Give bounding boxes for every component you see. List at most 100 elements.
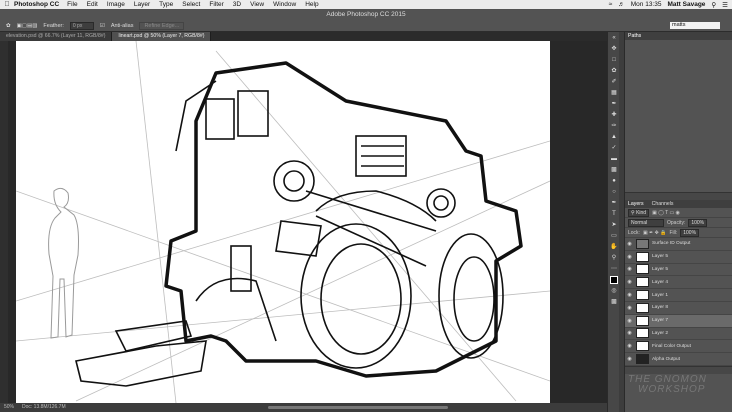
crop-tool-icon[interactable]: ▦ — [610, 89, 618, 97]
volume-icon[interactable]: ♬ — [618, 1, 625, 8]
status-bar: 50% Doc: 13.8M/126.7M — [0, 403, 607, 412]
visibility-eye-icon[interactable]: ◉ — [625, 292, 634, 298]
quick-select-tool-icon[interactable]: ✐ — [610, 78, 618, 86]
move-tool-icon[interactable]: ✥ — [610, 45, 618, 53]
paths-panel-body[interactable] — [625, 40, 732, 192]
layer-row[interactable]: ◉ Layer 4 — [625, 276, 732, 290]
lock-icons[interactable]: ▣ ✒ ✥ 🔒 — [643, 230, 667, 236]
collapse-tools-icon[interactable]: « — [610, 34, 618, 42]
layer-row[interactable]: ◉ Final Color Output — [625, 340, 732, 354]
menu-view[interactable]: View — [250, 1, 264, 8]
opacity-label: Opacity: — [667, 219, 686, 226]
more-tools-icon[interactable]: ⋯ — [610, 265, 618, 273]
healing-tool-icon[interactable]: ✚ — [610, 111, 618, 119]
layer-row[interactable]: ◉ Layer 2 — [625, 328, 732, 341]
menu-edit[interactable]: Edit — [87, 1, 98, 8]
menu-layer[interactable]: Layer — [134, 1, 150, 8]
canvas-area[interactable] — [8, 41, 607, 403]
layer-thumbnail — [636, 290, 649, 301]
menu-image[interactable]: Image — [107, 1, 125, 8]
antialias-checkbox[interactable]: ☑ — [100, 23, 105, 29]
mac-menu-bar:  Photoshop CC File Edit Image Layer Typ… — [0, 0, 732, 9]
path-select-tool-icon[interactable]: ➤ — [610, 221, 618, 229]
visibility-eye-icon[interactable]: ◉ — [625, 330, 634, 336]
visibility-eye-icon[interactable]: ◉ — [625, 356, 634, 362]
layer-name: Alpha Output — [652, 356, 681, 362]
feather-input[interactable]: 0 px — [69, 22, 94, 30]
history-brush-icon[interactable]: ✓ — [610, 144, 618, 152]
layer-row-selected[interactable]: ◉ Layer 7 — [625, 314, 732, 328]
filter-icons[interactable]: ▣ ◯ T ▭ ◉ — [652, 210, 680, 216]
filter-kind-select[interactable]: ⚲ Kind — [628, 208, 650, 217]
blur-tool-icon[interactable]: ● — [610, 177, 618, 185]
visibility-eye-icon[interactable]: ◉ — [625, 279, 634, 285]
workspace-select[interactable]: matts — [670, 22, 720, 29]
hand-tool-icon[interactable]: ✋ — [610, 243, 618, 251]
menu-3d[interactable]: 3D — [233, 1, 241, 8]
layer-thumbnail — [636, 277, 649, 288]
doc-size-info[interactable]: Doc: 13.8M/126.7M — [22, 403, 66, 412]
fill-input[interactable]: 100% — [680, 228, 700, 237]
layer-row[interactable]: ◉ Surface ID Output — [625, 238, 732, 251]
fill-label: Fill: — [669, 229, 678, 236]
screen-mode-icon[interactable]: ▩ — [610, 298, 618, 306]
app-menu[interactable]: Photoshop CC — [14, 1, 59, 8]
lasso-tool-icon[interactable]: ✿ — [6, 23, 11, 29]
horizontal-scrollbar[interactable] — [268, 406, 448, 409]
tab-lineart[interactable]: lineart.psd @ 50% (Layer 7, RGB/8#) — [112, 32, 212, 41]
menu-type[interactable]: Type — [159, 1, 173, 8]
layer-row[interactable]: ◉ Layer 5 — [625, 264, 732, 277]
visibility-eye-icon[interactable]: ◉ — [625, 305, 634, 311]
layer-name: Layer 8 — [652, 305, 668, 311]
lasso-tool-icon[interactable]: ✿ — [610, 67, 618, 75]
paths-panel-header[interactable]: Paths — [625, 32, 732, 40]
watermark: THE GNOMON WORKSHOP — [628, 375, 732, 395]
layer-row[interactable]: ◉ Layer 1 — [625, 289, 732, 302]
visibility-eye-icon[interactable]: ◉ — [625, 241, 634, 247]
layer-row[interactable]: ◉ Layer 8 — [625, 302, 732, 315]
layers-list: ◉ Surface ID Output ◉ Layer 5 ◉ Layer 5 … — [625, 238, 732, 366]
document-canvas[interactable] — [16, 41, 550, 403]
quick-mask-icon[interactable]: ◎ — [610, 287, 618, 295]
visibility-eye-icon[interactable]: ◉ — [625, 343, 634, 349]
visibility-eye-icon[interactable]: ◉ — [625, 254, 634, 260]
search-icon[interactable]: ⚲ — [711, 1, 716, 9]
type-tool-icon[interactable]: T — [610, 210, 618, 218]
eraser-tool-icon[interactable]: ▬ — [610, 155, 618, 163]
stamp-tool-icon[interactable]: ▲ — [610, 133, 618, 141]
wifi-icon[interactable]: ≈ — [609, 1, 613, 8]
gradient-tool-icon[interactable]: ▩ — [610, 166, 618, 174]
channels-tab[interactable]: Channels — [652, 200, 674, 208]
layer-name: Final Color Output — [652, 343, 691, 349]
list-icon[interactable]: ☰ — [722, 1, 728, 9]
layer-row[interactable]: ◉ Layer 5 — [625, 251, 732, 264]
opacity-input[interactable]: 100% — [688, 218, 708, 227]
shape-tool-icon[interactable]: ▭ — [610, 232, 618, 240]
blend-mode-select[interactable]: Normal — [628, 218, 664, 227]
zoom-tool-icon[interactable]: ⚲ — [610, 254, 618, 262]
menu-file[interactable]: File — [67, 1, 77, 8]
visibility-eye-icon[interactable]: ◉ — [625, 318, 634, 324]
brush-tool-icon[interactable]: ✑ — [610, 122, 618, 130]
layer-row[interactable]: ◉ Alpha Output — [625, 353, 732, 366]
paths-tab[interactable]: Paths — [628, 32, 641, 40]
menu-select[interactable]: Select — [182, 1, 200, 8]
pen-tool-icon[interactable]: ✒ — [610, 199, 618, 207]
apple-icon[interactable]:  — [0, 1, 14, 8]
dodge-tool-icon[interactable]: ○ — [610, 188, 618, 196]
zoom-level[interactable]: 50% — [4, 403, 14, 412]
tab-elevation[interactable]: elevation.psd @ 66.7% (Layer 11, RGB/8#) — [0, 32, 113, 41]
marquee-tool-icon[interactable]: □ — [610, 56, 618, 64]
menu-window[interactable]: Window — [273, 1, 296, 8]
user-name[interactable]: Matt Savage — [667, 1, 705, 8]
selection-mode-icons[interactable]: ▣▢▤▧ — [17, 23, 38, 29]
layer-thumbnail — [636, 251, 649, 262]
eyedropper-tool-icon[interactable]: ✒ — [610, 100, 618, 108]
menu-help[interactable]: Help — [305, 1, 318, 8]
visibility-eye-icon[interactable]: ◉ — [625, 266, 634, 272]
color-swatches-icon[interactable] — [610, 276, 618, 284]
menu-filter[interactable]: Filter — [209, 1, 223, 8]
layers-tab[interactable]: Layers — [628, 200, 644, 208]
refine-edge-button[interactable]: Refine Edge... — [139, 22, 185, 30]
clock[interactable]: Mon 13:35 — [631, 1, 662, 8]
